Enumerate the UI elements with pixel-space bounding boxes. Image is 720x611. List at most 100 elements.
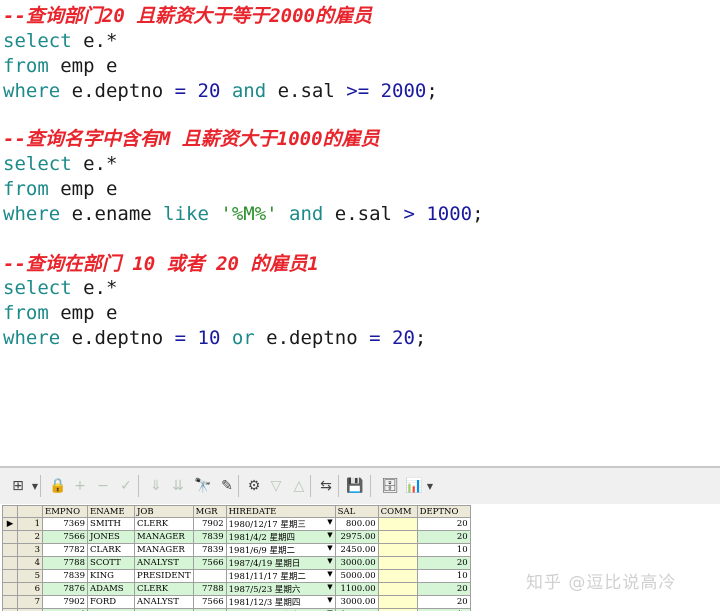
- cell-ename[interactable]: SMITH: [87, 517, 135, 531]
- sort-down-icon[interactable]: ▽: [266, 476, 286, 496]
- row-number[interactable]: 1: [17, 517, 43, 531]
- save-icon[interactable]: 💾: [345, 476, 365, 496]
- sql-editor[interactable]: --查询部门20 且薪资大于等于2000的雇员 select e.* from em…: [0, 0, 720, 466]
- cell-mgr[interactable]: 7839: [192, 530, 227, 544]
- column-header-job[interactable]: JOB: [134, 505, 194, 518]
- row-indicator[interactable]: [2, 582, 18, 596]
- cell-deptno[interactable]: 20: [416, 530, 471, 544]
- dropdown-arrow-icon[interactable]: ▼: [425, 476, 435, 496]
- cell-empno[interactable]: 7839: [42, 569, 88, 583]
- result-grid[interactable]: EMPNO ENAME JOB MGR HIREDATE SAL COMM DEPTNO ▶ 1…: [0, 504, 720, 611]
- row-number[interactable]: 6: [17, 582, 43, 596]
- chart-link-icon[interactable]: ⇆: [316, 476, 336, 496]
- row-indicator[interactable]: [2, 595, 18, 609]
- cell-mgr[interactable]: 7566: [192, 595, 227, 609]
- column-header-empno[interactable]: EMPNO: [42, 505, 88, 518]
- cell-comm[interactable]: [377, 569, 418, 583]
- cell-deptno[interactable]: 10: [416, 569, 471, 583]
- cell-empno[interactable]: 7902: [42, 595, 88, 609]
- cell-empno[interactable]: 7369: [42, 517, 88, 531]
- cell-empno[interactable]: 7566: [42, 530, 88, 544]
- row-indicator[interactable]: [2, 569, 18, 583]
- column-header-mgr[interactable]: MGR: [192, 505, 227, 518]
- cell-job[interactable]: MANAGER: [134, 543, 194, 557]
- cell-hiredate[interactable]: 1980/12/17 星期三 ▼: [225, 517, 336, 531]
- cell-job[interactable]: MANAGER: [134, 530, 194, 544]
- cell-sal[interactable]: 2450.00: [334, 543, 379, 557]
- cell-sal[interactable]: 1100.00: [334, 582, 379, 596]
- date-dropdown-icon[interactable]: ▼: [327, 532, 332, 540]
- cell-empno[interactable]: 7876: [42, 582, 88, 596]
- cell-job[interactable]: ANALYST: [134, 556, 194, 570]
- lock-icon[interactable]: 🔒: [48, 476, 68, 496]
- post-changes-icon[interactable]: ✓: [116, 476, 136, 496]
- table-row[interactable]: 6 7876 ADAMS CLERK 7788 1987/5/23 星期六 ▼ 1100.00…: [2, 582, 471, 596]
- date-dropdown-icon[interactable]: ▼: [327, 545, 332, 553]
- cell-mgr[interactable]: 7566: [192, 556, 227, 570]
- cell-hiredate[interactable]: 1981/4/2 星期四 ▼: [225, 530, 336, 544]
- cell-comm[interactable]: [377, 582, 418, 596]
- cell-deptno[interactable]: 20: [416, 582, 471, 596]
- cell-comm[interactable]: [377, 517, 418, 531]
- row-indicator[interactable]: [2, 530, 18, 544]
- cell-hiredate[interactable]: 1981/11/17 星期二 ▼: [225, 569, 336, 583]
- row-number[interactable]: 3: [17, 543, 43, 557]
- column-header-deptno[interactable]: DEPTNO: [416, 505, 471, 518]
- cell-comm[interactable]: [377, 543, 418, 557]
- bar-chart-icon[interactable]: 📊: [404, 476, 424, 496]
- cell-sal[interactable]: 3000.00: [334, 595, 379, 609]
- table-row[interactable]: 2 7566 JONES MANAGER 7839 1981/4/2 星期四 ▼ 2975.0…: [2, 530, 471, 544]
- table-row[interactable]: 5 7839 KING PRESIDENT 1981/11/17 星期二 ▼ 5000.00…: [2, 569, 471, 583]
- cell-deptno[interactable]: 10: [416, 543, 471, 557]
- fetch-next-icon[interactable]: ⇓: [146, 476, 166, 496]
- cell-job[interactable]: CLERK: [134, 582, 194, 596]
- row-number[interactable]: 2: [17, 530, 43, 544]
- table-row[interactable]: 3 7782 CLARK MANAGER 7839 1981/6/9 星期二 ▼ 2450.0…: [2, 543, 471, 557]
- delete-row-icon[interactable]: −: [93, 476, 113, 496]
- date-dropdown-icon[interactable]: ▼: [327, 584, 332, 592]
- cell-job[interactable]: CLERK: [134, 517, 194, 531]
- grid-view-icon[interactable]: ⊞: [8, 476, 28, 496]
- cell-hiredate[interactable]: 1987/5/23 星期六 ▼: [225, 582, 336, 596]
- cell-job[interactable]: PRESIDENT: [134, 569, 194, 583]
- date-dropdown-icon[interactable]: ▼: [327, 519, 332, 527]
- cell-ename[interactable]: JONES: [87, 530, 135, 544]
- cell-empno[interactable]: 7782: [42, 543, 88, 557]
- cell-job[interactable]: ANALYST: [134, 595, 194, 609]
- cell-sal[interactable]: 5000.00: [334, 569, 379, 583]
- column-header-ename[interactable]: ENAME: [87, 505, 135, 518]
- row-indicator[interactable]: [2, 543, 18, 557]
- cell-ename[interactable]: KING: [87, 569, 135, 583]
- clear-icon[interactable]: ✎: [217, 476, 237, 496]
- cell-ename[interactable]: ADAMS: [87, 582, 135, 596]
- cell-sal[interactable]: 3000.00: [334, 556, 379, 570]
- cell-comm[interactable]: [377, 530, 418, 544]
- table-row[interactable]: ▶ 1 7369 SMITH CLERK 7902 1980/12/17 星期三 ▼ 800.0…: [2, 517, 471, 531]
- cell-deptno[interactable]: 20: [416, 556, 471, 570]
- date-dropdown-icon[interactable]: ▼: [327, 597, 332, 605]
- row-number[interactable]: 5: [17, 569, 43, 583]
- cell-empno[interactable]: 7788: [42, 556, 88, 570]
- cell-mgr[interactable]: 7839: [192, 543, 227, 557]
- cell-mgr[interactable]: 7902: [192, 517, 227, 531]
- column-header-hiredate[interactable]: HIREDATE: [225, 505, 336, 518]
- table-row[interactable]: 4 7788 SCOTT ANALYST 7566 1987/4/19 星期日 ▼ 3000.…: [2, 556, 471, 570]
- date-dropdown-icon[interactable]: ▼: [327, 558, 332, 566]
- cell-hiredate[interactable]: 1981/6/9 星期二 ▼: [225, 543, 336, 557]
- cell-comm[interactable]: [377, 556, 418, 570]
- database-icon[interactable]: 🗄: [380, 476, 400, 496]
- fetch-all-icon[interactable]: ⇊: [168, 476, 188, 496]
- current-row-indicator-icon[interactable]: ▶: [2, 517, 18, 531]
- dropdown-arrow-icon[interactable]: ▼: [30, 476, 40, 496]
- table-row[interactable]: 7 7902 FORD ANALYST 7566 1981/12/3 星期四 ▼ 3000.0…: [2, 595, 471, 609]
- cell-sal[interactable]: 2975.00: [334, 530, 379, 544]
- cell-deptno[interactable]: 20: [416, 517, 471, 531]
- add-row-icon[interactable]: +: [70, 476, 90, 496]
- cell-ename[interactable]: FORD: [87, 595, 135, 609]
- cell-ename[interactable]: CLARK: [87, 543, 135, 557]
- sort-up-icon[interactable]: △: [289, 476, 309, 496]
- column-header-sal[interactable]: SAL: [334, 505, 379, 518]
- query-by-example-icon[interactable]: 🔭: [193, 476, 213, 496]
- cell-mgr[interactable]: [192, 569, 227, 583]
- date-dropdown-icon[interactable]: ▼: [327, 571, 332, 579]
